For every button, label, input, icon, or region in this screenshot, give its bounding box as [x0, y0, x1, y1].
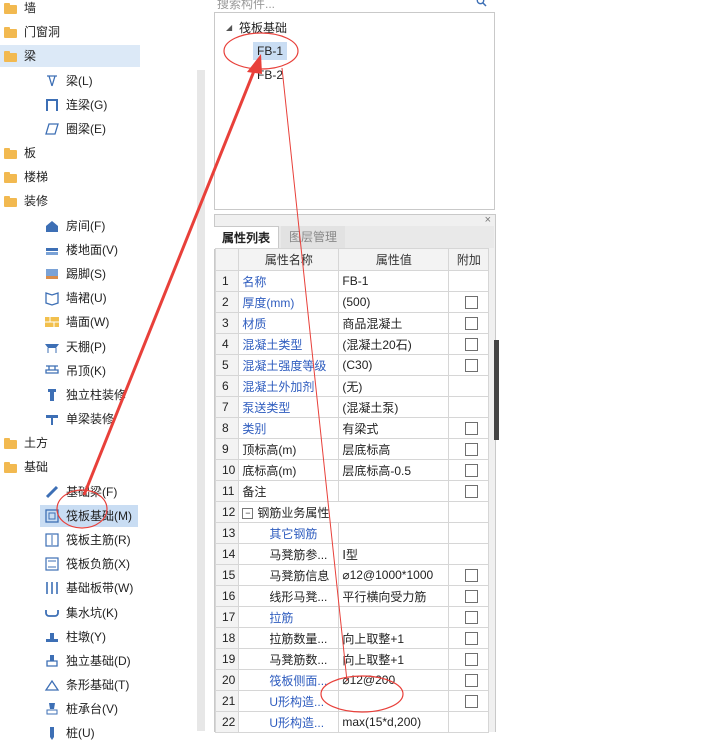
annotation-arrowhead: [247, 54, 262, 74]
annotation-circle-raft: [56, 489, 108, 529]
annotation-circle-side-rebar: [320, 675, 404, 713]
annotation-thin-line: [281, 67, 348, 682]
annotation-overlay: [56, 32, 404, 713]
annotation-arrow-line: [82, 65, 258, 496]
